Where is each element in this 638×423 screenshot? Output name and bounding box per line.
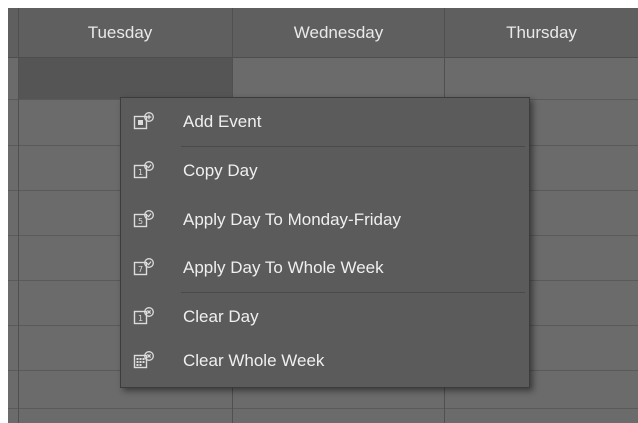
copy-day-icon-number: 1 xyxy=(138,168,143,177)
apply-week-icon-number: 7 xyxy=(138,265,143,274)
menu-item-copy-day[interactable]: 1 Copy Day xyxy=(121,151,529,191)
day-header-tuesday[interactable]: Tuesday xyxy=(8,8,232,57)
calendar-header-row: Tuesday Wednesday Thursday xyxy=(8,8,638,58)
menu-item-apply-whole-week[interactable]: 7 Apply Day To Whole Week xyxy=(121,248,529,288)
copy-day-icon: 1 xyxy=(133,161,154,179)
day-header-wednesday[interactable]: Wednesday xyxy=(233,8,444,57)
menu-separator xyxy=(181,146,525,147)
day-header-thursday[interactable]: Thursday xyxy=(445,8,638,57)
add-event-icon xyxy=(133,112,154,130)
day-context-menu: Add Event 1 Copy Day 5 Apply Day To Mond… xyxy=(120,97,530,388)
selected-time-slot[interactable] xyxy=(18,58,232,99)
clear-week-icon xyxy=(133,351,154,369)
apply-week-icon: 7 xyxy=(133,258,154,276)
menu-item-label: Apply Day To Whole Week xyxy=(183,258,384,277)
menu-item-label: Copy Day xyxy=(183,161,258,180)
menu-item-label: Clear Day xyxy=(183,307,259,326)
clear-day-icon-number: 1 xyxy=(138,314,143,323)
menu-separator xyxy=(181,292,525,293)
apply-weekdays-icon: 5 xyxy=(133,210,154,228)
screenshot-frame: Tuesday Wednesday Thursday Add Event 1 C… xyxy=(0,0,638,423)
grid-row-line xyxy=(8,408,638,409)
apply-weekdays-icon-number: 5 xyxy=(138,217,143,226)
menu-item-add-event[interactable]: Add Event xyxy=(121,102,529,142)
grid-column-line xyxy=(18,8,19,423)
menu-item-clear-day[interactable]: 1 Clear Day xyxy=(121,297,529,337)
clear-day-icon: 1 xyxy=(133,307,154,325)
menu-item-label: Clear Whole Week xyxy=(183,351,325,370)
menu-item-label: Apply Day To Monday-Friday xyxy=(183,210,401,229)
menu-item-clear-whole-week[interactable]: Clear Whole Week xyxy=(121,341,529,381)
menu-item-label: Add Event xyxy=(183,112,262,131)
menu-item-apply-monday-friday[interactable]: 5 Apply Day To Monday-Friday xyxy=(121,200,529,240)
